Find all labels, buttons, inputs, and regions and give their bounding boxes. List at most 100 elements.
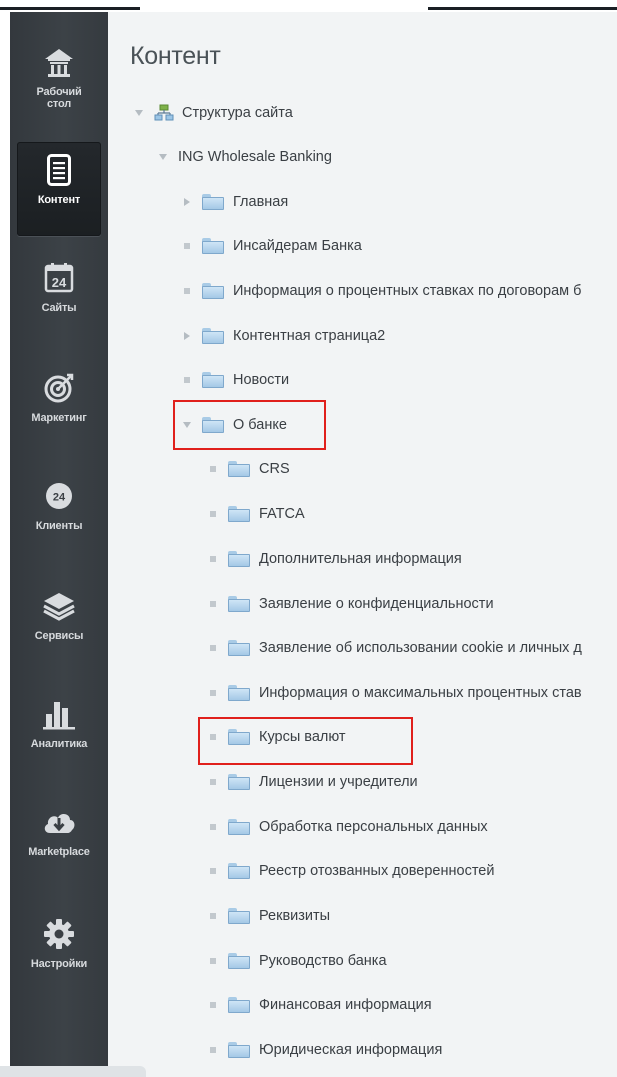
sidebar-item-settings[interactable]: Настройки bbox=[10, 906, 108, 1002]
folder-icon bbox=[202, 372, 224, 388]
expand-toggle[interactable] bbox=[180, 195, 194, 209]
page-title: Контент bbox=[130, 42, 221, 70]
tree-item-personal-data[interactable]: Обработка персональных данных bbox=[206, 815, 488, 839]
expand-toggle[interactable] bbox=[132, 106, 146, 120]
leaf-marker bbox=[206, 462, 220, 476]
folder-icon bbox=[228, 863, 250, 879]
folder-icon bbox=[202, 194, 224, 210]
tree-item-management[interactable]: Руководство банка bbox=[206, 949, 387, 973]
leaf-marker bbox=[206, 507, 220, 521]
tree-item-label: Информация о максимальных процентных ста… bbox=[259, 685, 582, 701]
sidebar-item-marketplace[interactable]: Marketplace bbox=[10, 794, 108, 890]
expand-toggle[interactable] bbox=[156, 150, 170, 164]
folder-icon bbox=[228, 640, 250, 656]
folder-icon bbox=[202, 417, 224, 433]
status-bar-fragment bbox=[0, 1066, 146, 1077]
folder-icon bbox=[228, 1042, 250, 1058]
target-icon bbox=[39, 368, 79, 408]
bar-chart-icon bbox=[39, 694, 79, 734]
expand-toggle[interactable] bbox=[180, 329, 194, 343]
sidebar-item-content[interactable]: Контент bbox=[17, 142, 101, 236]
tree-item-label: Лицензии и учредители bbox=[259, 774, 418, 790]
svg-text:24: 24 bbox=[53, 492, 66, 504]
tree-item-requisites[interactable]: Реквизиты bbox=[206, 904, 330, 928]
tree-item-legal-info[interactable]: Юридическая информация bbox=[206, 1038, 442, 1062]
tree-item-interest-rates[interactable]: Информация о процентных ставках по догов… bbox=[180, 279, 581, 303]
leaf-marker bbox=[206, 641, 220, 655]
leaf-marker bbox=[180, 284, 194, 298]
leaf-marker bbox=[206, 820, 220, 834]
folder-icon bbox=[202, 238, 224, 254]
folder-icon bbox=[228, 997, 250, 1013]
tree-item-label: Руководство банка bbox=[259, 953, 387, 969]
top-tab-right bbox=[428, 0, 617, 10]
tree-item-label: FATCA bbox=[259, 506, 305, 522]
svg-text:24: 24 bbox=[52, 275, 67, 290]
tree-item-privacy-statement[interactable]: Заявление о конфиденциальности bbox=[206, 592, 494, 616]
tree-item-revoked-poa[interactable]: Реестр отозванных доверенностей bbox=[206, 859, 494, 883]
tree-item-label: Финансовая информация bbox=[259, 997, 432, 1013]
tree-item-licenses[interactable]: Лицензии и учредители bbox=[206, 770, 418, 794]
sidebar-item-label: Marketplace bbox=[28, 846, 90, 858]
content-panel: Контент Структура сайта ING Wholesale Ba… bbox=[108, 12, 617, 1077]
tree-item-label: CRS bbox=[259, 461, 290, 477]
document-icon bbox=[39, 150, 79, 190]
leaf-marker bbox=[180, 239, 194, 253]
clock-24-icon: 24 bbox=[39, 476, 79, 516]
leaf-marker bbox=[206, 1043, 220, 1057]
tree-item-insiders[interactable]: Инсайдерам Банка bbox=[180, 234, 362, 258]
expand-toggle[interactable] bbox=[180, 418, 194, 432]
tree-item-crs[interactable]: CRS bbox=[206, 457, 290, 481]
tree-item-content-page2[interactable]: Контентная страница2 bbox=[180, 324, 385, 348]
sidebar-item-label: Сервисы bbox=[34, 630, 84, 642]
tree-item-label: Курсы валют bbox=[259, 729, 346, 745]
sidebar-item-sites[interactable]: 24 Сайты bbox=[10, 250, 108, 346]
tree-item-cookie-statement[interactable]: Заявление об использовании cookie и личн… bbox=[206, 636, 582, 660]
sidebar-item-label: Сайты bbox=[41, 302, 77, 314]
tree-item-ing-wholesale-banking[interactable]: ING Wholesale Banking bbox=[156, 145, 332, 169]
folder-icon bbox=[228, 819, 250, 835]
top-strip bbox=[0, 0, 617, 12]
tree-item-label: Юридическая информация bbox=[259, 1042, 443, 1058]
tree-item-label: Обработка персональных данных bbox=[259, 819, 488, 835]
tree-item-label: Структура сайта bbox=[182, 105, 293, 121]
sidebar-item-label: Маркетинг bbox=[31, 412, 87, 424]
folder-icon bbox=[228, 685, 250, 701]
sidebar-item-clients[interactable]: 24 Клиенты bbox=[10, 468, 108, 564]
sidebar-item-desktop[interactable]: Рабочий стол bbox=[10, 34, 108, 130]
folder-icon bbox=[202, 283, 224, 299]
tree-item-about-bank[interactable]: О банке bbox=[180, 413, 287, 437]
tree-item-glavnaya[interactable]: Главная bbox=[180, 190, 288, 214]
folder-icon bbox=[228, 551, 250, 567]
folder-icon bbox=[228, 596, 250, 612]
leaf-marker bbox=[206, 775, 220, 789]
sidebar-item-services[interactable]: Сервисы bbox=[10, 578, 108, 674]
tree-item-fatca[interactable]: FATCA bbox=[206, 502, 305, 526]
tree-item-financial-info[interactable]: Финансовая информация bbox=[206, 993, 432, 1017]
folder-icon bbox=[228, 774, 250, 790]
leaf-marker bbox=[206, 597, 220, 611]
tree-item-label: Новости bbox=[233, 372, 290, 388]
tree-item-additional-info[interactable]: Дополнительная информация bbox=[206, 547, 462, 571]
layers-icon bbox=[39, 586, 79, 626]
sidebar-item-marketing[interactable]: Маркетинг bbox=[10, 360, 108, 456]
tree-item-label: Дополнительная информация bbox=[259, 551, 462, 567]
leaf-marker bbox=[206, 864, 220, 878]
home-icon bbox=[39, 42, 79, 82]
top-tab-left bbox=[0, 0, 140, 10]
folder-icon bbox=[228, 461, 250, 477]
sidebar-item-analytics[interactable]: Аналитика bbox=[10, 686, 108, 782]
tree-item-label: Контентная страница2 bbox=[233, 328, 386, 344]
leaf-marker bbox=[206, 552, 220, 566]
tree-item-max-rates[interactable]: Информация о максимальных процентных ста… bbox=[206, 681, 582, 705]
tree-item-label: Заявление об использовании cookie и личн… bbox=[259, 640, 582, 656]
leaf-marker bbox=[206, 686, 220, 700]
tree-item-site-structure[interactable]: Структура сайта bbox=[132, 101, 293, 125]
tree-item-label: Заявление о конфиденциальности bbox=[259, 596, 494, 612]
tree-item-label: Реестр отозванных доверенностей bbox=[259, 863, 495, 879]
tree-item-news[interactable]: Новости bbox=[180, 368, 289, 392]
leaf-marker bbox=[206, 909, 220, 923]
leaf-marker bbox=[206, 730, 220, 744]
tree-item-exchange-rates[interactable]: Курсы валют bbox=[206, 725, 346, 749]
gear-icon bbox=[39, 914, 79, 954]
